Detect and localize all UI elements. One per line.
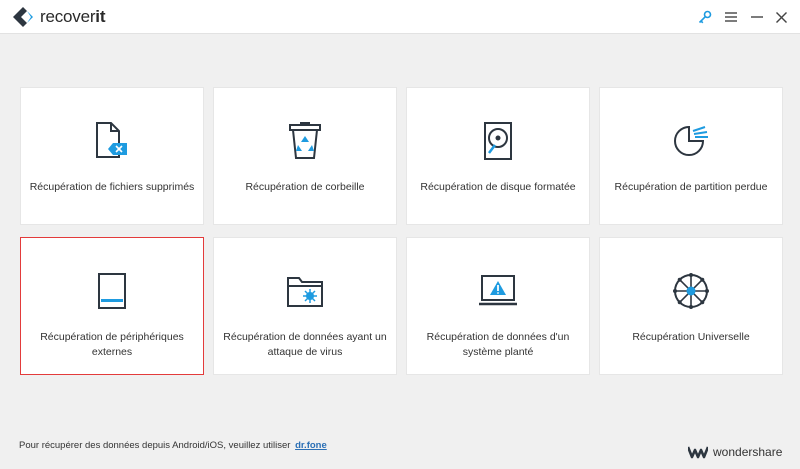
- card-formatted-disk[interactable]: Récupération de disque formatée: [406, 87, 590, 225]
- recycle-bin-icon: [289, 122, 321, 159]
- card-virus-attack[interactable]: Récupération de données ayant un attaque…: [213, 237, 397, 375]
- minimize-icon: [751, 16, 763, 18]
- footer-text: Pour récupérer des données depuis Androi…: [19, 440, 291, 451]
- menu-button[interactable]: [722, 8, 740, 26]
- key-button[interactable]: [696, 8, 714, 26]
- card-label: Récupération de périphériques externes: [40, 331, 184, 358]
- crashed-system-icon: [479, 275, 517, 306]
- card-label: Récupération de corbeille: [245, 181, 365, 193]
- card-label: Récupération de données d'un système pla…: [426, 331, 570, 358]
- drfone-link[interactable]: dr.fone: [295, 440, 327, 451]
- footer-message: Pour récupérer des données depuis Androi…: [19, 440, 327, 451]
- close-icon: [775, 11, 787, 23]
- deleted-file-icon: [96, 122, 127, 158]
- brand-name: wondershare: [713, 445, 783, 459]
- app-title: recoverit: [40, 7, 105, 27]
- wondershare-logo-icon: [688, 446, 708, 459]
- app-title-part1: recover: [40, 7, 96, 26]
- close-button[interactable]: [772, 8, 790, 26]
- recoverit-logo-icon: [13, 7, 33, 27]
- card-label: Récupération de données ayant un attaque…: [223, 331, 387, 358]
- app-title-part2: it: [95, 7, 106, 26]
- external-device-icon: [98, 273, 126, 309]
- title-bar: recoverit: [0, 0, 800, 34]
- card-lost-partition[interactable]: Récupération de partition perdue: [599, 87, 783, 225]
- card-crashed-system[interactable]: Récupération de données d'un système pla…: [406, 237, 590, 375]
- universal-icon: [673, 273, 709, 309]
- card-recycle-bin[interactable]: Récupération de corbeille: [213, 87, 397, 225]
- card-external-devices[interactable]: Récupération de périphériques externes: [20, 237, 204, 375]
- card-label: Récupération Universelle: [632, 331, 750, 343]
- card-universal[interactable]: Récupération Universelle: [599, 237, 783, 375]
- minimize-button[interactable]: [748, 8, 766, 26]
- card-label: Récupération de fichiers supprimés: [29, 181, 195, 193]
- card-deleted-files[interactable]: Récupération de fichiers supprimés: [20, 87, 204, 225]
- hamburger-menu-icon: [725, 12, 737, 22]
- card-label: Récupération de disque formatée: [420, 181, 576, 193]
- partition-icon: [674, 125, 708, 156]
- card-label: Récupération de partition perdue: [614, 181, 768, 193]
- key-icon: [698, 10, 712, 24]
- wondershare-brand: wondershare: [688, 444, 782, 460]
- hard-disk-icon: [484, 122, 512, 160]
- virus-folder-icon: [287, 277, 323, 307]
